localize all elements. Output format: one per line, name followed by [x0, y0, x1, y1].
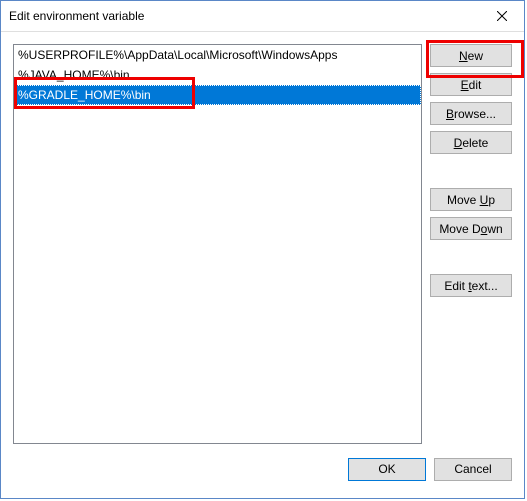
- path-listbox[interactable]: %USERPROFILE%\AppData\Local\Microsoft\Wi…: [13, 44, 422, 444]
- edit-text-prefix: Edit: [444, 279, 468, 293]
- browse-button[interactable]: Browse...: [430, 102, 512, 125]
- close-button[interactable]: [479, 1, 524, 31]
- delete-button[interactable]: Delete: [430, 131, 512, 154]
- mnemonic: B: [446, 107, 454, 121]
- spacer: [430, 160, 512, 182]
- new-button[interactable]: New: [430, 44, 512, 67]
- spacer: [430, 246, 512, 268]
- move-down-suffix: wn: [487, 222, 502, 236]
- list-item[interactable]: %USERPROFILE%\AppData\Local\Microsoft\Wi…: [14, 45, 421, 65]
- dialog-footer: OK Cancel: [1, 452, 524, 498]
- mnemonic: D: [454, 136, 463, 150]
- delete-button-rest: elete: [462, 136, 488, 150]
- cancel-button[interactable]: Cancel: [434, 458, 512, 481]
- edit-button[interactable]: Edit: [430, 73, 512, 96]
- move-up-suffix: p: [488, 193, 495, 207]
- side-button-column: New Edit Browse... Delete Move Up Move D…: [430, 44, 512, 452]
- ok-button[interactable]: OK: [348, 458, 426, 481]
- edit-text-button[interactable]: Edit text...: [430, 274, 512, 297]
- move-down-button[interactable]: Move Down: [430, 217, 512, 240]
- edit-env-var-dialog: Edit environment variable %USERPROFILE%\…: [0, 0, 525, 499]
- close-icon: [497, 11, 507, 21]
- new-button-rest: ew: [468, 49, 483, 63]
- list-item[interactable]: %JAVA_HOME%\bin: [14, 65, 421, 85]
- edit-text-suffix: ext...: [472, 279, 498, 293]
- edit-button-rest: dit: [469, 78, 482, 92]
- move-up-button[interactable]: Move Up: [430, 188, 512, 211]
- move-down-prefix: Move D: [439, 222, 480, 236]
- titlebar: Edit environment variable: [1, 1, 524, 32]
- move-up-prefix: Move: [447, 193, 480, 207]
- mnemonic: N: [459, 49, 468, 63]
- dialog-content: %USERPROFILE%\AppData\Local\Microsoft\Wi…: [1, 32, 524, 452]
- window-title: Edit environment variable: [9, 9, 144, 23]
- mnemonic: E: [461, 78, 469, 92]
- browse-button-rest: rowse...: [454, 107, 496, 121]
- list-item[interactable]: %GRADLE_HOME%\bin: [14, 85, 421, 105]
